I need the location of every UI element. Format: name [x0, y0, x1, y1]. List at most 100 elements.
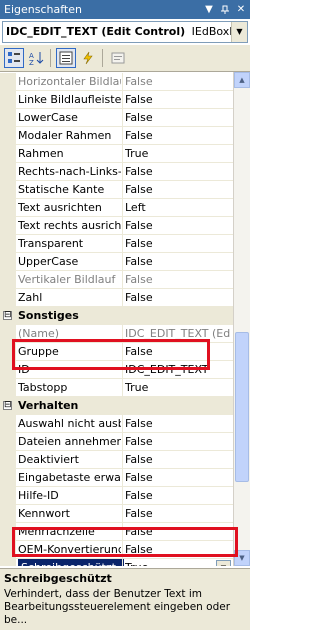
property-value[interactable]: False: [125, 163, 231, 180]
property-name[interactable]: Dateien annehmen: [18, 433, 121, 450]
property-row[interactable]: Text rechts ausrichteFalse: [0, 217, 233, 235]
property-value[interactable]: False: [125, 109, 231, 126]
property-row[interactable]: ID IDC_EDIT_TEXT: [0, 361, 233, 379]
column-divider[interactable]: [122, 487, 123, 505]
column-divider[interactable]: [122, 433, 123, 451]
property-row[interactable]: Mehrfachzeile False: [0, 523, 233, 541]
property-row[interactable]: Auswahl nicht ausblerFalse: [0, 415, 233, 433]
property-name[interactable]: ID: [18, 361, 121, 378]
property-name[interactable]: Linke Bildlaufleiste: [18, 91, 121, 108]
property-row[interactable]: Text ausrichten Left: [0, 199, 233, 217]
property-row[interactable]: Statische Kante False: [0, 181, 233, 199]
column-divider[interactable]: [122, 343, 123, 361]
property-name[interactable]: Rechts-nach-Links-Le: [18, 163, 121, 180]
property-name[interactable]: Transparent: [18, 235, 121, 252]
column-divider[interactable]: [122, 325, 123, 343]
property-row[interactable]: LowerCase False: [0, 109, 233, 127]
property-value[interactable]: Left: [125, 199, 231, 216]
property-row[interactable]: Hilfe-ID False: [0, 487, 233, 505]
property-row[interactable]: Linke Bildlaufleiste False: [0, 91, 233, 109]
scroll-down-icon[interactable]: ▼: [234, 550, 250, 566]
column-divider[interactable]: [122, 163, 123, 181]
events-icon[interactable]: [78, 48, 98, 68]
pin-icon[interactable]: [219, 4, 231, 16]
property-name[interactable]: Eingabetaste erwarte: [18, 469, 121, 486]
property-row[interactable]: OEM-Konvertierung False: [0, 541, 233, 559]
property-value[interactable]: False: [125, 91, 231, 108]
property-name[interactable]: Rahmen: [18, 145, 121, 162]
column-divider[interactable]: [122, 541, 123, 559]
property-row[interactable]: Gruppe False: [0, 343, 233, 361]
property-name[interactable]: Deaktiviert: [18, 451, 121, 468]
scroll-up-icon[interactable]: ▲: [234, 72, 250, 88]
property-name[interactable]: Zahl: [18, 289, 121, 306]
property-name[interactable]: OEM-Konvertierung: [18, 541, 121, 558]
column-divider[interactable]: [122, 523, 123, 541]
property-value[interactable]: False: [125, 523, 231, 540]
property-name[interactable]: Modaler Rahmen: [18, 127, 121, 144]
property-name[interactable]: Vertikaler Bildlauf: [18, 271, 121, 288]
property-name[interactable]: Text rechts ausrichte: [18, 217, 121, 234]
property-row[interactable]: Vertikaler Bildlauf False: [0, 271, 233, 289]
property-row[interactable]: Eingabetaste erwarteFalse: [0, 469, 233, 487]
scroll-thumb[interactable]: [235, 332, 249, 482]
close-icon[interactable]: ✕: [235, 4, 247, 16]
property-name[interactable]: Gruppe: [18, 343, 121, 360]
property-value[interactable]: False: [125, 127, 231, 144]
property-name[interactable]: Mehrfachzeile: [18, 523, 121, 540]
property-value[interactable]: IDC_EDIT_TEXT (Edit: [125, 325, 231, 342]
property-row[interactable]: UpperCase False: [0, 253, 233, 271]
property-name[interactable]: Hilfe-ID: [18, 487, 121, 504]
vertical-scrollbar[interactable]: ▲ ▼: [233, 72, 250, 566]
property-name[interactable]: Auswahl nicht ausbler: [18, 415, 121, 432]
dropdown-icon[interactable]: ▼: [203, 4, 215, 16]
column-divider[interactable]: [122, 379, 123, 397]
column-divider[interactable]: [122, 91, 123, 109]
property-value[interactable]: False: [125, 487, 231, 504]
property-row[interactable]: Deaktiviert False: [0, 451, 233, 469]
column-divider[interactable]: [122, 415, 123, 433]
property-value[interactable]: False: [125, 541, 231, 558]
column-divider[interactable]: [122, 73, 123, 91]
property-value[interactable]: False: [125, 235, 231, 252]
value-dropdown-icon[interactable]: ▼: [216, 560, 231, 566]
property-row[interactable]: SchreibgeschütztTrue▼: [0, 559, 233, 566]
category-row[interactable]: ⊟ Verhalten: [0, 397, 233, 415]
property-name[interactable]: Kennwort: [18, 505, 121, 522]
property-row[interactable]: Kennwort False: [0, 505, 233, 523]
collapse-icon[interactable]: ⊟: [3, 311, 12, 320]
property-value[interactable]: False: [125, 505, 231, 522]
property-row[interactable]: Zahl False: [0, 289, 233, 307]
property-value[interactable]: False: [125, 271, 231, 288]
property-value[interactable]: False: [125, 433, 231, 450]
column-divider[interactable]: [122, 505, 123, 523]
property-name[interactable]: Schreibgeschützt: [18, 559, 124, 566]
column-divider[interactable]: [122, 271, 123, 289]
alphabetical-icon[interactable]: AZ: [26, 48, 46, 68]
property-value[interactable]: False: [125, 415, 231, 432]
column-divider[interactable]: [122, 361, 123, 379]
property-name[interactable]: Text ausrichten: [18, 199, 121, 216]
property-value[interactable]: False: [125, 451, 231, 468]
column-divider[interactable]: [122, 253, 123, 271]
column-divider[interactable]: [122, 127, 123, 145]
property-name[interactable]: Horizontaler Bildlauf: [18, 73, 121, 90]
categorized-icon[interactable]: [4, 48, 24, 68]
property-value[interactable]: True: [125, 145, 231, 162]
column-divider[interactable]: [122, 199, 123, 217]
chevron-down-icon[interactable]: ▼: [231, 22, 247, 42]
property-row[interactable]: Transparent False: [0, 235, 233, 253]
object-selector[interactable]: IDC_EDIT_TEXT (Edit Control) IEdBoxEdit …: [2, 21, 248, 43]
column-divider[interactable]: [122, 469, 123, 487]
column-divider[interactable]: [122, 289, 123, 307]
property-name[interactable]: Statische Kante: [18, 181, 121, 198]
column-divider[interactable]: [122, 109, 123, 127]
property-value[interactable]: True: [125, 379, 231, 396]
collapse-icon[interactable]: ⊟: [3, 401, 12, 410]
property-row[interactable]: Rahmen True: [0, 145, 233, 163]
property-value[interactable]: IDC_EDIT_TEXT: [125, 361, 231, 378]
property-value[interactable]: False: [125, 181, 231, 198]
property-value[interactable]: False: [125, 343, 231, 360]
category-row[interactable]: ⊟ Sonstiges: [0, 307, 233, 325]
property-row[interactable]: Rechts-nach-Links-LeFalse: [0, 163, 233, 181]
